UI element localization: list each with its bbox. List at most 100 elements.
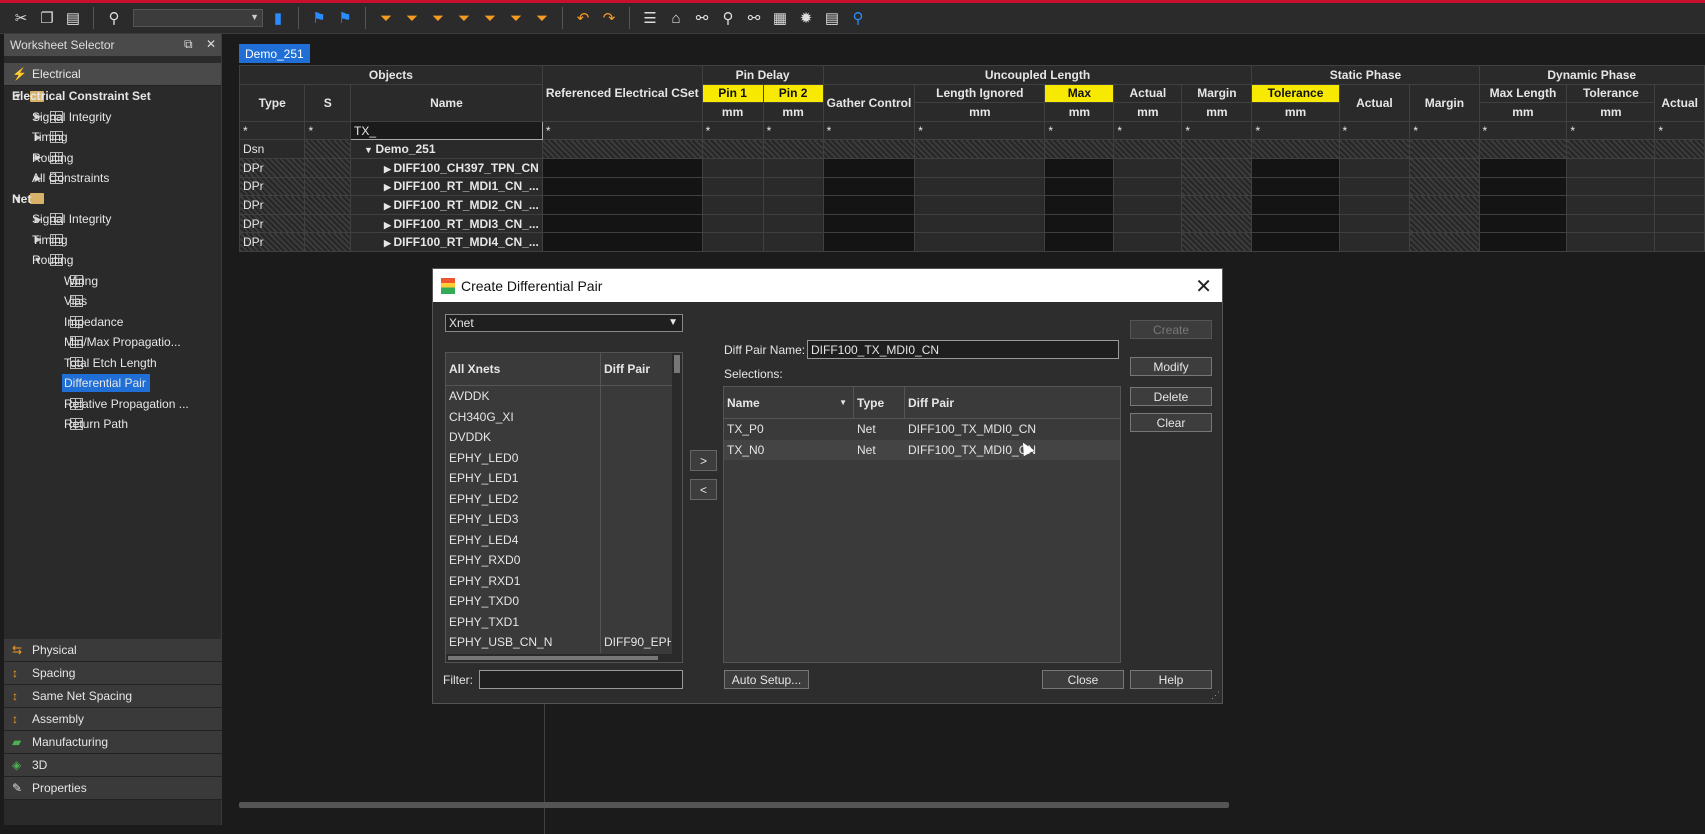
tree-item[interactable]: Min/Max Propagatio...: [4, 332, 222, 353]
name-filter-input[interactable]: TX_: [350, 120, 543, 141]
tree-item[interactable]: Impedance: [4, 312, 222, 333]
network-icon[interactable]: ⚯: [691, 7, 713, 29]
clear-button[interactable]: Clear: [1130, 413, 1212, 432]
col-max[interactable]: Max: [1044, 83, 1115, 104]
list-item[interactable]: EPHY_TXD1: [446, 611, 682, 632]
list-item[interactable]: EPHY_RXD1: [446, 570, 682, 591]
tree-item[interactable]: ▶ All Constraints: [4, 168, 222, 189]
selection-row[interactable]: TX_N0 Net DIFF100_TX_MDI0_CN: [724, 439, 1120, 460]
tree-item[interactable]: Vias: [4, 291, 222, 312]
tree-item[interactable]: Differential Pair: [4, 373, 222, 394]
settings-icon[interactable]: ✹: [795, 7, 817, 29]
filter-list-icon[interactable]: ⏷: [505, 7, 527, 29]
category-item[interactable]: ↕ Same Net Spacing: [4, 685, 222, 708]
tree-item[interactable]: ▼ Electrical Constraint Set: [4, 86, 222, 107]
list-item[interactable]: EPHY_RXD0: [446, 550, 682, 571]
filter-cell[interactable]: *: [304, 120, 352, 141]
name-cell[interactable]: ▶ DIFF100_RT_MDI2_CN_...: [350, 195, 543, 215]
float-icon[interactable]: ⧉: [184, 37, 193, 52]
scroll-thumb[interactable]: [674, 355, 680, 373]
filter-cell[interactable]: *: [1478, 120, 1568, 141]
redo-icon[interactable]: ↷: [598, 7, 620, 29]
move-right-button[interactable]: >: [690, 450, 717, 471]
modify-button[interactable]: Modify: [1130, 357, 1212, 376]
grid-icon[interactable]: ▦: [769, 7, 791, 29]
category-item[interactable]: ▰ Manufacturing: [4, 731, 222, 754]
delete-button[interactable]: Delete: [1130, 387, 1212, 406]
list-item[interactable]: DVDDK: [446, 427, 682, 448]
paste-icon[interactable]: ▤: [62, 7, 84, 29]
category-item[interactable]: ⇆ Physical: [4, 639, 222, 662]
document-tab[interactable]: Demo_251: [239, 44, 310, 63]
filter-arrow-icon[interactable]: ⏷: [453, 7, 475, 29]
filter-time-icon[interactable]: ⏷: [401, 7, 423, 29]
category-item[interactable]: ↕ Spacing: [4, 662, 222, 685]
filter-target-icon[interactable]: ⏷: [479, 7, 501, 29]
list-item[interactable]: EPHY_LED2: [446, 488, 682, 509]
horizontal-scrollbar[interactable]: [239, 802, 1229, 808]
zoom-net-icon[interactable]: ⚲: [717, 7, 739, 29]
tree-item[interactable]: ▶ Signal Integrity: [4, 209, 222, 230]
col-actual[interactable]: Actual: [1113, 83, 1183, 104]
filter-cell[interactable]: *: [1409, 120, 1480, 141]
toolbar-combo[interactable]: [133, 9, 263, 27]
list-item[interactable]: EPHY_LED4: [446, 529, 682, 550]
filter-cell[interactable]: *: [1566, 120, 1656, 141]
filter-cell[interactable]: *: [1251, 120, 1340, 141]
tree-item[interactable]: ▶ Routing: [4, 148, 222, 169]
category-item[interactable]: ◈ 3D: [4, 754, 222, 777]
table-row[interactable]: DPr ▶ DIFF100_CH397_TPN_CN: [238, 157, 1705, 178]
filter-cell[interactable]: *: [1044, 120, 1115, 141]
list-item[interactable]: AVDDK: [446, 386, 682, 407]
filter-cell[interactable]: *: [238, 120, 306, 141]
col-type[interactable]: Type: [238, 83, 306, 122]
col-length-ignored[interactable]: Length Ignored: [914, 83, 1046, 104]
filter-warning-icon[interactable]: ⏷: [427, 7, 449, 29]
tree-item[interactable]: Wiring: [4, 271, 222, 292]
nodes-icon[interactable]: ⚯: [743, 7, 765, 29]
list-item[interactable]: EPHY_LED3: [446, 509, 682, 530]
filter-cell[interactable]: *: [1338, 120, 1411, 141]
name-cell[interactable]: ▶ DIFF100_RT_MDI3_CN_...: [350, 213, 543, 234]
filter-icon[interactable]: ⏷: [375, 7, 397, 29]
list-item[interactable]: EPHY_TXD0: [446, 591, 682, 612]
close-icon[interactable]: ✕: [1195, 274, 1212, 299]
auto-setup-button[interactable]: Auto Setup...: [724, 670, 809, 689]
name-cell[interactable]: ▶ DIFF100_CH397_TPN_CN: [350, 157, 543, 178]
table-row[interactable]: DPr ▶ DIFF100_RT_MDI4_CN_...: [238, 232, 1705, 252]
col-gather-control[interactable]: Gather Control: [822, 83, 916, 122]
table-row[interactable]: DPr ▶ DIFF100_RT_MDI1_CN_...: [238, 176, 1705, 197]
close-icon[interactable]: ✕: [206, 37, 216, 51]
name-cell[interactable]: ▶ DIFF100_RT_MDI4_CN_...: [350, 232, 543, 252]
cut-icon[interactable]: ✂: [10, 7, 32, 29]
header-diff-pair[interactable]: Diff Pair: [601, 353, 671, 385]
filter-cell[interactable]: *: [541, 120, 703, 141]
report-icon[interactable]: ▤: [821, 7, 843, 29]
filter-cell[interactable]: *: [1181, 120, 1253, 141]
list-icon[interactable]: ☰: [639, 7, 661, 29]
tree-item[interactable]: ▶ Signal Integrity: [4, 107, 222, 128]
chevron-down-icon[interactable]: ▼: [364, 145, 375, 155]
filter-bars-icon[interactable]: ⏷: [531, 7, 553, 29]
filter-cell[interactable]: *: [1654, 120, 1705, 141]
table-row[interactable]: DPr ▶ DIFF100_RT_MDI3_CN_...: [238, 213, 1705, 234]
bookmark-prev-icon[interactable]: ⚑: [334, 7, 356, 29]
list-item[interactable]: CH340G_XI: [446, 406, 682, 427]
col-s[interactable]: S: [304, 83, 352, 122]
xnet-type-select[interactable]: Xnet ▼: [445, 314, 683, 332]
list-item[interactable]: EPHY_LED0: [446, 447, 682, 468]
vertical-scrollbar[interactable]: [672, 353, 682, 662]
category-item[interactable]: ↕ Assembly: [4, 708, 222, 731]
tree-item[interactable]: ▶ Timing: [4, 127, 222, 148]
col-pin1[interactable]: Pin 1: [701, 83, 764, 104]
tree-item[interactable]: ▼ Routing: [4, 250, 222, 271]
header-name[interactable]: Name ▼: [724, 387, 854, 418]
filter-cell[interactable]: *: [762, 120, 824, 141]
help-button[interactable]: Help: [1130, 670, 1212, 689]
col-tolerance[interactable]: Tolerance: [1251, 83, 1340, 104]
col-dyn-actual[interactable]: Actual: [1654, 83, 1705, 122]
scroll-thumb[interactable]: [448, 656, 658, 660]
col-margin[interactable]: Margin: [1181, 83, 1253, 104]
col-static-margin[interactable]: Margin: [1409, 83, 1480, 122]
bookmark-icon[interactable]: ▮: [267, 7, 289, 29]
